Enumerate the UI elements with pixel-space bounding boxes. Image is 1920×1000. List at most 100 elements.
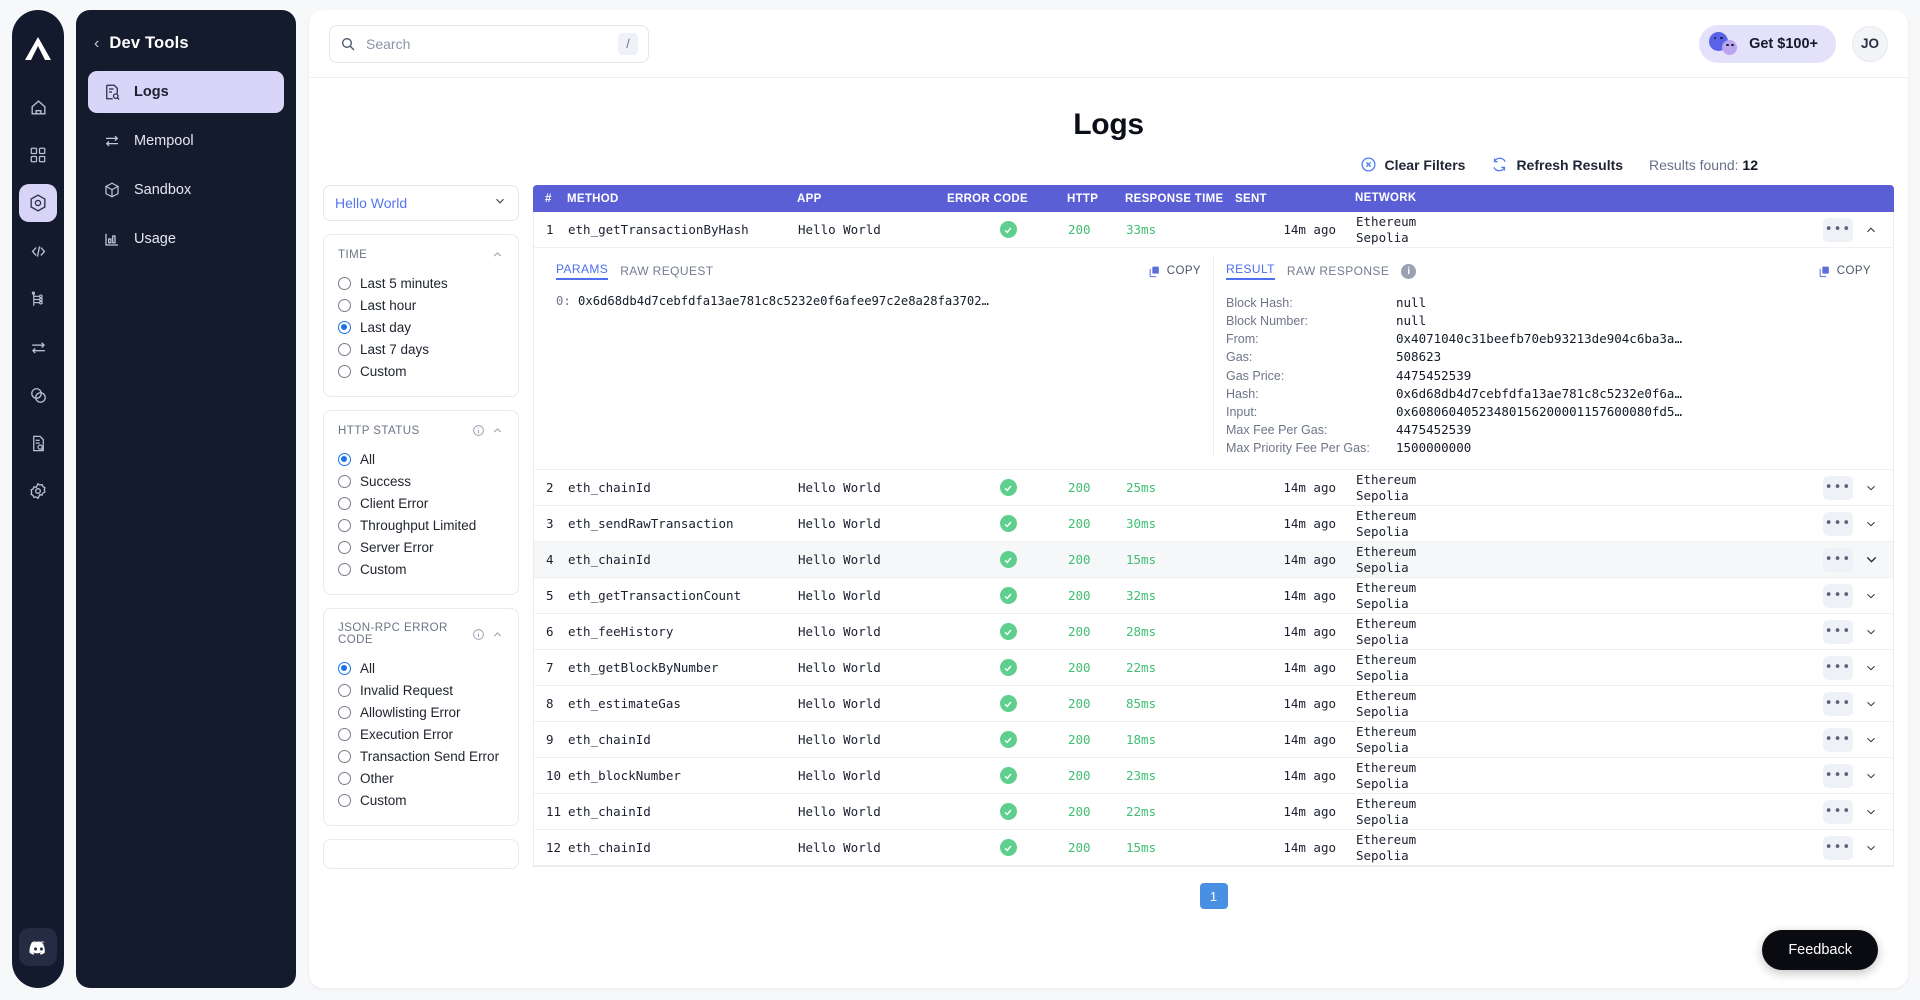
cell-http: 200	[1068, 222, 1126, 237]
filter-group-next[interactable]	[323, 839, 519, 869]
info-icon[interactable]	[472, 424, 485, 437]
radio-http-all[interactable]: All	[338, 448, 504, 470]
row-expand-chevron-down-icon[interactable]	[1859, 625, 1883, 639]
row-collapse-chevron-up-icon[interactable]	[1859, 223, 1883, 237]
radio-circle	[338, 684, 351, 697]
radio-rpc-all[interactable]: All	[338, 657, 504, 679]
row-menu-button[interactable]: •••	[1823, 728, 1853, 752]
row-expand-chevron-down-icon[interactable]	[1859, 481, 1883, 495]
search-input[interactable]	[366, 36, 608, 52]
radio-http-server-error[interactable]: Server Error	[338, 536, 504, 558]
apps-grid-icon[interactable]	[19, 136, 57, 174]
row-menu-button[interactable]: •••	[1823, 548, 1853, 572]
row-expand-chevron-down-icon[interactable]	[1859, 661, 1883, 675]
chevron-up-icon[interactable]	[491, 424, 504, 437]
cell-method: eth_chainId	[568, 480, 798, 495]
info-icon[interactable]	[472, 628, 485, 641]
row-menu-button[interactable]: •••	[1823, 764, 1853, 788]
radio-label: All	[360, 452, 375, 467]
table-row[interactable]: 12 eth_chainId Hello World 200 15ms 14m …	[534, 830, 1893, 866]
table-row[interactable]: 7 eth_getBlockByNumber Hello World 200 2…	[534, 650, 1893, 686]
radio-rpc-allowlisting-error[interactable]: Allowlisting Error	[338, 701, 504, 723]
row-menu-button[interactable]: •••	[1823, 620, 1853, 644]
radio-rpc-custom[interactable]: Custom	[338, 789, 504, 811]
sidebar-item-sandbox[interactable]: Sandbox	[88, 169, 284, 211]
row-expand-chevron-down-icon[interactable]	[1859, 589, 1883, 603]
radio-rpc-execution-error[interactable]: Execution Error	[338, 723, 504, 745]
radio-last-day[interactable]: Last day	[338, 316, 504, 338]
radio-http-client-error[interactable]: Client Error	[338, 492, 504, 514]
row-expand-chevron-down-icon[interactable]	[1859, 697, 1883, 711]
radio-last-hour[interactable]: Last hour	[338, 294, 504, 316]
table-row[interactable]: 10 eth_blockNumber Hello World 200 23ms …	[534, 758, 1893, 794]
radio-http-throughput-limited[interactable]: Throughput Limited	[338, 514, 504, 536]
back-chevron-icon[interactable]: ‹	[94, 36, 99, 52]
row-menu-button[interactable]: •••	[1823, 584, 1853, 608]
tab-params[interactable]: PARAMS	[556, 262, 608, 280]
radio-rpc-transaction-send-error[interactable]: Transaction Send Error	[338, 745, 504, 767]
tab-raw-response[interactable]: RAW RESPONSE	[1287, 264, 1389, 278]
tab-result[interactable]: RESULT	[1226, 262, 1275, 280]
search-box[interactable]: /	[329, 25, 649, 63]
copy-response-button[interactable]: COPY	[1818, 265, 1871, 278]
row-menu-button[interactable]: •••	[1823, 656, 1853, 680]
app-select[interactable]: Hello World	[323, 185, 519, 221]
doc-search-icon[interactable]	[19, 424, 57, 462]
transfer-arrows-icon[interactable]	[19, 328, 57, 366]
sidebar-item-mempool[interactable]: Mempool	[88, 120, 284, 162]
row-expand-chevron-down-icon[interactable]	[1859, 805, 1883, 819]
home-icon[interactable]	[19, 88, 57, 126]
row-expand-chevron-down-icon[interactable]	[1859, 551, 1883, 568]
alchemy-logo-icon[interactable]	[21, 32, 55, 66]
column-header-method: METHOD	[567, 193, 797, 205]
radio-http-success[interactable]: Success	[338, 470, 504, 492]
column-header-network: NETWORK	[1355, 191, 1447, 205]
row-menu-button[interactable]: •••	[1823, 512, 1853, 536]
settings-gear-icon[interactable]	[19, 472, 57, 510]
radio-last-5-minutes[interactable]: Last 5 minutes	[338, 272, 504, 294]
table-row[interactable]: 5 eth_getTransactionCount Hello World 20…	[534, 578, 1893, 614]
table-row[interactable]: 9 eth_chainId Hello World 200 18ms 14m a…	[534, 722, 1893, 758]
refresh-results-button[interactable]: Refresh Results	[1491, 156, 1623, 173]
chevron-up-icon[interactable]	[491, 628, 504, 641]
radio-time-custom[interactable]: Custom	[338, 360, 504, 382]
response-info-icon[interactable]: i	[1401, 264, 1416, 279]
radio-last-7-days[interactable]: Last 7 days	[338, 338, 504, 360]
chevron-up-icon[interactable]	[491, 248, 504, 261]
table-row[interactable]: 6 eth_feeHistory Hello World 200 28ms 14…	[534, 614, 1893, 650]
cell-http: 200	[1068, 552, 1126, 567]
avatar[interactable]: JO	[1852, 26, 1888, 62]
radio-rpc-invalid-request[interactable]: Invalid Request	[338, 679, 504, 701]
get-credits-button[interactable]: Get $100+	[1699, 25, 1836, 63]
row-menu-button[interactable]: •••	[1823, 476, 1853, 500]
cell-actions: •••	[1448, 584, 1893, 608]
tab-raw-request[interactable]: RAW REQUEST	[620, 264, 713, 278]
table-row[interactable]: 2 eth_chainId Hello World 200 25ms 14m a…	[534, 470, 1893, 506]
row-expand-chevron-down-icon[interactable]	[1859, 733, 1883, 747]
row-menu-button[interactable]: •••	[1823, 800, 1853, 824]
page-button-1[interactable]: 1	[1200, 883, 1228, 909]
row-menu-button[interactable]: •••	[1823, 218, 1853, 242]
sidebar-item-logs[interactable]: Logs	[88, 71, 284, 113]
row-expand-chevron-down-icon[interactable]	[1859, 841, 1883, 855]
sidebar-item-usage[interactable]: Usage	[88, 218, 284, 260]
venn-circles-icon[interactable]	[19, 376, 57, 414]
copy-request-button[interactable]: COPY	[1148, 265, 1201, 278]
discord-icon[interactable]	[19, 928, 57, 966]
hexagon-gear-icon[interactable]	[19, 184, 57, 222]
row-menu-button[interactable]: •••	[1823, 836, 1853, 860]
node-tree-icon[interactable]	[19, 280, 57, 318]
clear-filters-button[interactable]: Clear Filters	[1360, 156, 1466, 173]
row-expand-chevron-down-icon[interactable]	[1859, 517, 1883, 531]
feedback-button[interactable]: Feedback	[1762, 930, 1878, 970]
table-row[interactable]: 1 eth_getTransactionByHash Hello World 2…	[534, 212, 1893, 248]
table-row[interactable]: 3 eth_sendRawTransaction Hello World 200…	[534, 506, 1893, 542]
row-expand-chevron-down-icon[interactable]	[1859, 769, 1883, 783]
radio-rpc-other[interactable]: Other	[338, 767, 504, 789]
table-row[interactable]: 4 eth_chainId Hello World 200 15ms 14m a…	[534, 542, 1893, 578]
table-row[interactable]: 8 eth_estimateGas Hello World 200 85ms 1…	[534, 686, 1893, 722]
table-row[interactable]: 11 eth_chainId Hello World 200 22ms 14m …	[534, 794, 1893, 830]
row-menu-button[interactable]: •••	[1823, 692, 1853, 716]
radio-http-custom[interactable]: Custom	[338, 558, 504, 580]
code-icon[interactable]	[19, 232, 57, 270]
